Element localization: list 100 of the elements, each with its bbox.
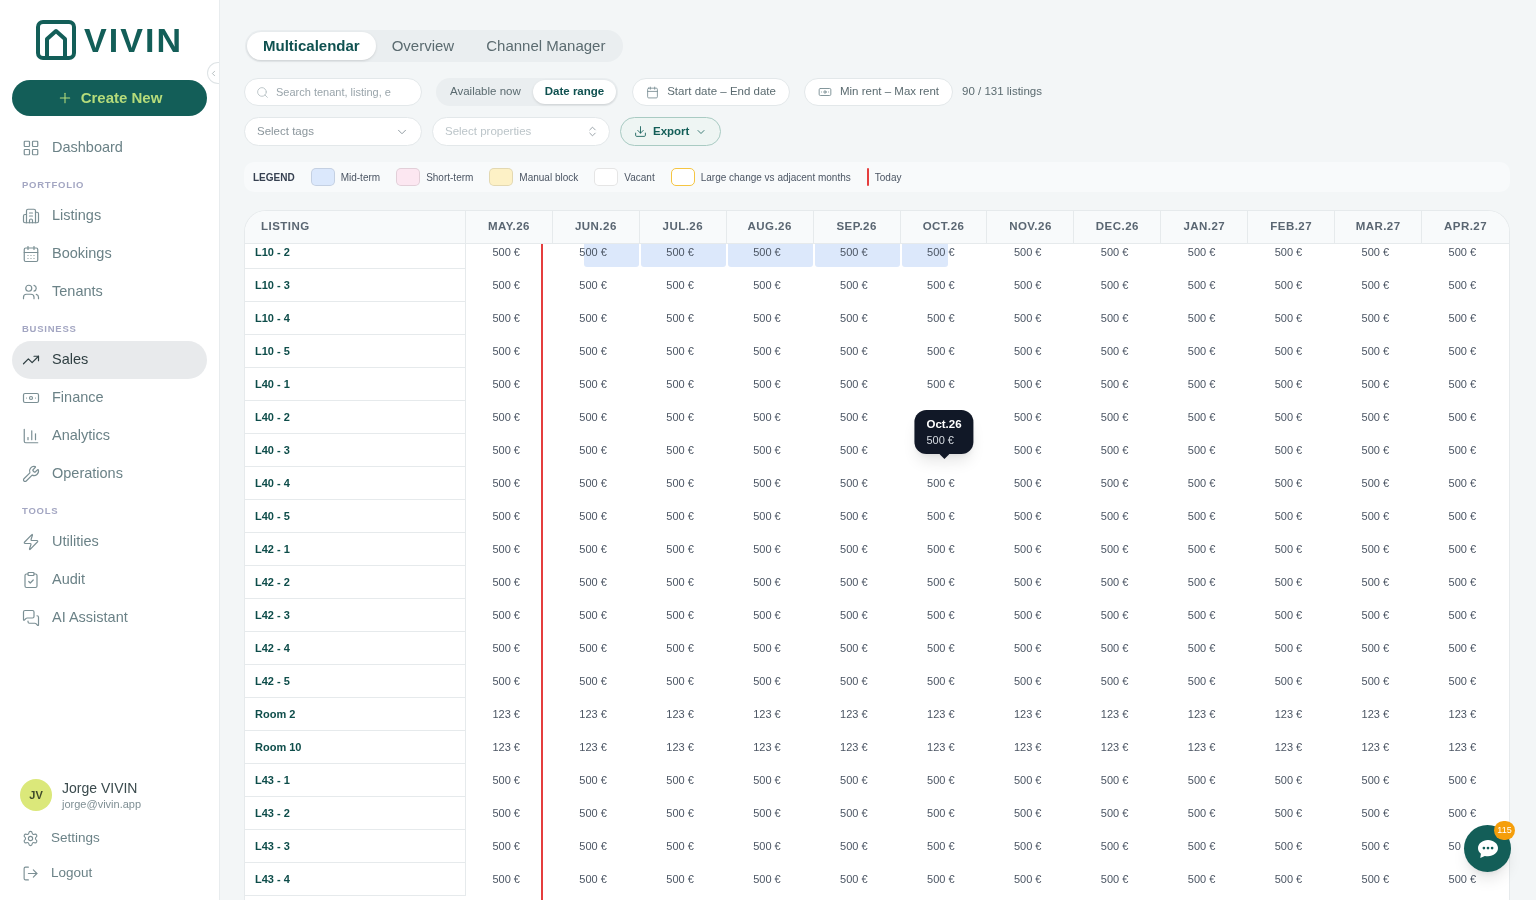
nav-item[interactable]: Tenants bbox=[12, 273, 207, 311]
price-value[interactable]: 500 € bbox=[1274, 246, 1303, 259]
price-value[interactable]: 500 € bbox=[666, 312, 694, 325]
price-value[interactable]: 500 € bbox=[1100, 510, 1129, 523]
tab[interactable]: Channel Manager bbox=[470, 32, 622, 60]
listing-name[interactable]: L42 - 1 bbox=[255, 540, 290, 558]
price-value[interactable]: 500 € bbox=[1274, 345, 1303, 358]
nav-item[interactable]: Audit bbox=[12, 561, 207, 599]
price-value[interactable]: 123 € bbox=[840, 708, 868, 721]
price-value[interactable]: 500 € bbox=[1187, 345, 1216, 358]
price-value[interactable]: 500 € bbox=[579, 444, 607, 457]
price-value[interactable]: 500 € bbox=[1361, 345, 1390, 358]
price-value[interactable]: 500 € bbox=[1274, 774, 1303, 787]
listing-name[interactable]: L42 - 3 bbox=[255, 606, 290, 624]
price-value[interactable]: 500 € bbox=[666, 873, 694, 886]
price-value[interactable]: 500 € bbox=[1361, 774, 1390, 787]
price-value[interactable]: 500 € bbox=[753, 510, 781, 523]
listing-name[interactable]: L42 - 2 bbox=[255, 573, 290, 591]
tab[interactable]: Multicalendar bbox=[247, 32, 376, 60]
price-value[interactable]: 500 € bbox=[753, 840, 781, 853]
price-value[interactable]: 500 € bbox=[1100, 642, 1129, 655]
listing-name[interactable]: L40 - 1 bbox=[255, 375, 290, 393]
price-value[interactable]: 123 € bbox=[666, 741, 694, 754]
price-value[interactable]: 500 € bbox=[1100, 840, 1129, 853]
price-value[interactable]: 500 € bbox=[1361, 807, 1390, 820]
price-value[interactable]: 500 € bbox=[1100, 345, 1129, 358]
price-value[interactable]: 50 bbox=[1448, 840, 1461, 853]
price-value[interactable]: 500 € bbox=[840, 411, 868, 424]
price-value[interactable]: 500 € bbox=[1100, 807, 1129, 820]
price-value[interactable]: 500 € bbox=[666, 774, 694, 787]
price-value[interactable]: 500 € bbox=[1013, 510, 1042, 523]
price-value[interactable]: 500 € bbox=[753, 246, 781, 259]
price-value[interactable]: 500 € bbox=[579, 246, 607, 259]
price-value[interactable]: 500 € bbox=[666, 543, 694, 556]
price-value[interactable]: 500 € bbox=[1013, 411, 1042, 424]
price-value[interactable]: 123 € bbox=[927, 741, 955, 754]
price-value[interactable]: 500 € bbox=[840, 444, 868, 457]
price-value[interactable]: 500 € bbox=[666, 378, 694, 391]
price-value[interactable]: 500 € bbox=[1100, 576, 1129, 589]
price-value[interactable]: 500 € bbox=[666, 840, 694, 853]
price-value[interactable]: 500 € bbox=[579, 543, 607, 556]
price-value[interactable]: 123 € bbox=[1274, 741, 1303, 754]
price-value[interactable]: 500 € bbox=[492, 543, 520, 556]
price-value[interactable]: 500 € bbox=[579, 576, 607, 589]
price-value[interactable]: 500 € bbox=[1187, 279, 1216, 292]
price-value[interactable]: 500 € bbox=[927, 279, 955, 292]
price-value[interactable]: 123 € bbox=[1448, 708, 1477, 721]
price-value[interactable]: 500 € bbox=[1448, 411, 1477, 424]
listing-name[interactable]: L10 - 4 bbox=[255, 309, 290, 327]
price-value[interactable]: 123 € bbox=[666, 708, 694, 721]
price-value[interactable]: 500 € bbox=[753, 642, 781, 655]
price-value[interactable]: 500 € bbox=[1100, 279, 1129, 292]
price-value[interactable]: 500 € bbox=[579, 807, 607, 820]
price-value[interactable]: 500 € bbox=[1448, 609, 1477, 622]
price-value[interactable]: 500 € bbox=[579, 312, 607, 325]
price-value[interactable]: 500 € bbox=[666, 411, 694, 424]
price-value[interactable]: 500 € bbox=[579, 411, 607, 424]
price-value[interactable]: 500 € bbox=[1187, 774, 1216, 787]
price-value[interactable]: 500 € bbox=[840, 873, 868, 886]
listing-name[interactable]: L42 - 4 bbox=[255, 639, 290, 657]
nav-item[interactable]: Dashboard bbox=[12, 129, 207, 167]
price-value[interactable]: 500 € bbox=[1187, 873, 1216, 886]
price-value[interactable]: 500 € bbox=[1361, 477, 1390, 490]
price-value[interactable]: 500 € bbox=[1013, 543, 1042, 556]
price-value[interactable]: 500 € bbox=[666, 807, 694, 820]
price-value[interactable]: 123 € bbox=[492, 708, 520, 721]
price-value[interactable]: 500 € bbox=[1013, 444, 1042, 457]
price-value[interactable]: 500 € bbox=[1013, 840, 1042, 853]
price-value[interactable]: 123 € bbox=[492, 741, 520, 754]
price-value[interactable]: 500 € bbox=[753, 477, 781, 490]
price-value[interactable]: 500 € bbox=[927, 576, 955, 589]
price-value[interactable]: 500 € bbox=[579, 279, 607, 292]
nav-item[interactable]: Operations bbox=[12, 455, 207, 493]
price-value[interactable]: 500 € bbox=[492, 807, 520, 820]
price-value[interactable]: 500 € bbox=[666, 477, 694, 490]
price-value[interactable]: 500 € bbox=[753, 312, 781, 325]
price-value[interactable]: 500 € bbox=[840, 378, 868, 391]
price-value[interactable]: 123 € bbox=[840, 741, 868, 754]
price-value[interactable]: 500 € bbox=[492, 576, 520, 589]
price-value[interactable]: 500 € bbox=[1361, 873, 1390, 886]
price-value[interactable]: 500 € bbox=[753, 675, 781, 688]
price-value[interactable]: 500 € bbox=[1448, 246, 1477, 259]
price-value[interactable]: 123 € bbox=[753, 708, 781, 721]
price-value[interactable]: 500 € bbox=[1448, 378, 1477, 391]
price-value[interactable]: 500 € bbox=[1187, 642, 1216, 655]
price-value[interactable]: 500 € bbox=[1361, 444, 1390, 457]
price-value[interactable]: 500 € bbox=[840, 543, 868, 556]
price-value[interactable]: 500 € bbox=[927, 345, 955, 358]
price-value[interactable]: 500 € bbox=[1187, 312, 1216, 325]
price-value[interactable]: 500 € bbox=[753, 345, 781, 358]
price-value[interactable]: 500 € bbox=[927, 543, 955, 556]
price-value[interactable]: 500 € bbox=[492, 246, 520, 259]
price-value[interactable]: 500 € bbox=[1361, 279, 1390, 292]
price-value[interactable]: 500 € bbox=[1361, 576, 1390, 589]
price-value[interactable]: 500 € bbox=[1361, 840, 1390, 853]
create-new-button[interactable]: Create New bbox=[12, 80, 207, 116]
price-value[interactable]: 500 € bbox=[927, 774, 955, 787]
price-value[interactable]: 500 € bbox=[1013, 378, 1042, 391]
price-value[interactable]: 500 € bbox=[1274, 675, 1303, 688]
price-value[interactable]: 500 € bbox=[753, 279, 781, 292]
